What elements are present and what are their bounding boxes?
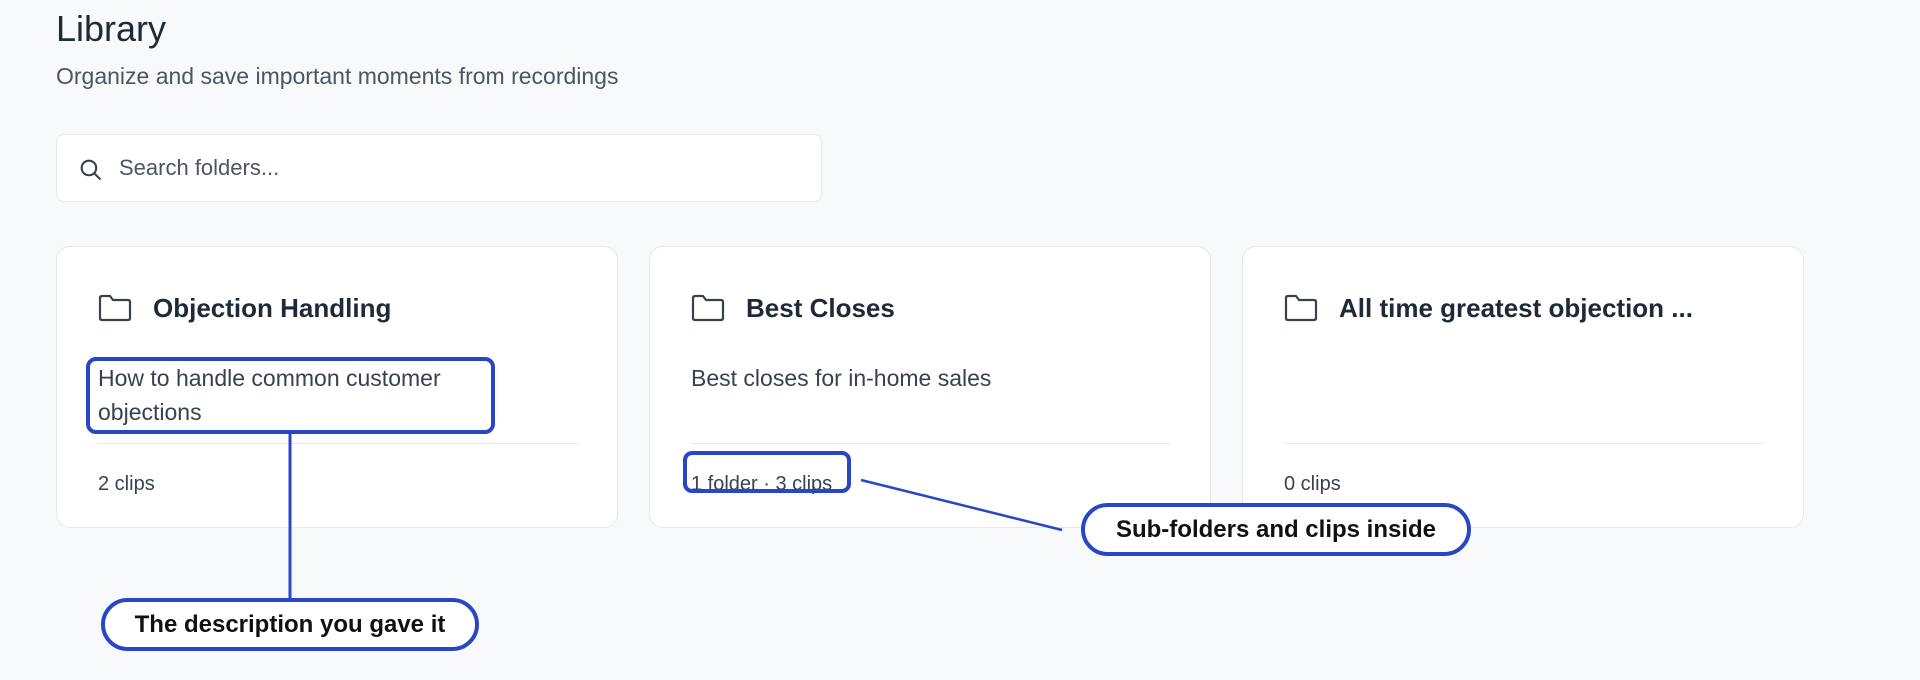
- contents-callout-label: Sub-folders and clips inside: [1081, 503, 1471, 556]
- contents-callout-line: [860, 478, 1063, 532]
- description-highlight: [86, 357, 495, 434]
- library-page: Library Organize and save important mome…: [0, 0, 1920, 680]
- contents-highlight: [683, 451, 851, 493]
- description-callout-label: The description you gave it: [101, 598, 479, 651]
- callout-connectors: [288, 434, 1063, 598]
